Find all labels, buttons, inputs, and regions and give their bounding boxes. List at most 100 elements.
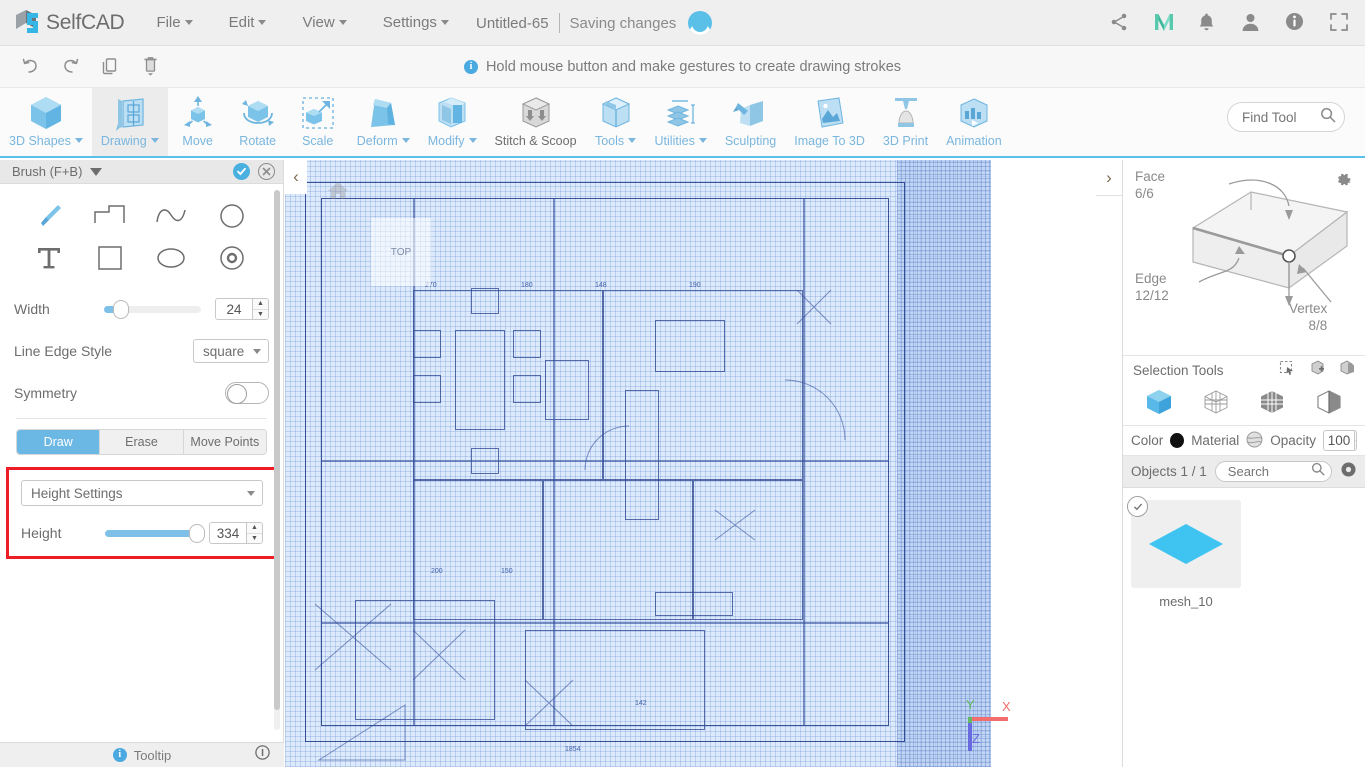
ribbon-utilities[interactable]: Utilities <box>646 88 716 156</box>
left-panel-scrollbar-thumb[interactable] <box>274 190 280 710</box>
mode-move-points[interactable]: Move Points <box>183 430 266 454</box>
left-panel-scrollbar[interactable] <box>274 190 280 730</box>
rect-select-icon[interactable] <box>1279 360 1295 381</box>
ribbon-modify[interactable]: Modify <box>419 88 486 156</box>
list-item[interactable]: mesh_10 <box>1127 496 1241 609</box>
menu-view[interactable]: View <box>300 10 348 35</box>
menu-settings-label: Settings <box>382 14 437 31</box>
fullscreen-icon[interactable] <box>1329 12 1351 34</box>
subtract-select-icon[interactable] <box>1339 359 1355 381</box>
app-logo[interactable]: SelfCAD <box>14 9 125 37</box>
width-slider[interactable] <box>104 299 201 319</box>
menu-settings[interactable]: Settings <box>381 10 451 35</box>
donut-tool[interactable] <box>202 238 263 278</box>
menu-view-label: View <box>302 14 335 31</box>
ribbon-scale-label: Scale <box>302 134 334 148</box>
height-spin-up[interactable]: ▲ <box>247 523 262 534</box>
ribbon-image-to-3d[interactable]: Image To 3D <box>785 88 874 156</box>
color-swatch[interactable] <box>1170 433 1185 448</box>
objects-settings-gear-icon[interactable] <box>1340 461 1357 483</box>
find-tool-input[interactable] <box>1242 109 1320 125</box>
ribbon-scale[interactable]: Scale <box>288 88 348 156</box>
height-spin[interactable]: ▲ ▼ <box>246 523 262 543</box>
mode-draw[interactable]: Draw <box>17 430 101 454</box>
object-thumbnail[interactable] <box>1131 500 1241 588</box>
opacity-spin-down[interactable]: ▼ <box>1355 441 1356 450</box>
vertex-mode-icon[interactable] <box>1201 387 1231 422</box>
material-sphere-icon[interactable] <box>1246 431 1263 451</box>
width-stepper[interactable]: ▲▼ <box>215 298 269 320</box>
opacity-stepper[interactable]: ▲▼ <box>1322 430 1357 451</box>
step-line-tool[interactable] <box>79 196 140 236</box>
menu-edit[interactable]: Edit <box>227 10 269 35</box>
find-tool[interactable] <box>1227 102 1345 132</box>
title-separator <box>558 13 560 33</box>
objects-search-input[interactable] <box>1227 464 1294 479</box>
circle-outline-tool[interactable] <box>202 196 263 236</box>
ribbon-drawing[interactable]: Drawing <box>91 88 168 156</box>
height-input[interactable] <box>210 523 246 543</box>
ribbon-move[interactable]: Move <box>168 88 228 156</box>
width-input[interactable] <box>216 299 252 319</box>
line-edge-style-select[interactable]: square <box>193 339 269 363</box>
tooltip-toggle-icon[interactable] <box>255 745 270 765</box>
menu-file[interactable]: File <box>154 10 194 35</box>
redo-button[interactable] <box>50 50 90 84</box>
height-stepper[interactable]: ▲▼ <box>209 522 263 544</box>
user-icon[interactable] <box>1241 12 1263 34</box>
edge-mode-icon[interactable] <box>1314 387 1344 422</box>
ellipse-tool[interactable] <box>141 238 202 278</box>
copy-button[interactable] <box>90 50 130 84</box>
delete-button[interactable] <box>130 50 170 84</box>
ribbon-rotate[interactable]: Rotate <box>228 88 288 156</box>
opacity-spin[interactable]: ▲▼ <box>1353 431 1356 450</box>
home-icon[interactable] <box>327 180 349 205</box>
curve-tool[interactable] <box>141 196 202 236</box>
document-title[interactable]: Untitled-65 <box>476 15 549 32</box>
ribbon-sculpting[interactable]: Sculpting <box>716 88 785 156</box>
brush-tool[interactable] <box>18 196 79 236</box>
text-tool[interactable] <box>18 238 79 278</box>
ribbon-tools[interactable]: Tools <box>586 88 646 156</box>
cancel-button[interactable] <box>258 163 275 180</box>
axis-gizmo[interactable]: Y X Z <box>960 697 1030 757</box>
search-icon[interactable] <box>1311 462 1325 481</box>
symmetry-toggle[interactable] <box>225 382 269 404</box>
height-settings-select[interactable]: Height Settings <box>21 480 263 506</box>
chevron-down-icon[interactable] <box>90 167 103 176</box>
collapse-right-panel-button[interactable]: › <box>1096 160 1122 196</box>
mode-erase[interactable]: Erase <box>100 430 184 454</box>
brush-shape-grid <box>14 184 269 288</box>
ribbon-stitch-scoop[interactable]: Stitch & Scoop <box>486 88 586 156</box>
object-selected-check-icon[interactable] <box>1127 496 1148 517</box>
bell-icon[interactable] <box>1197 12 1219 34</box>
height-spin-down[interactable]: ▼ <box>247 534 262 544</box>
width-spin-down[interactable]: ▼ <box>253 310 268 320</box>
chevron-down-icon <box>628 138 637 143</box>
ribbon-3d-shapes[interactable]: 3D Shapes <box>0 88 92 156</box>
face-mode-icon[interactable] <box>1257 387 1287 422</box>
collapse-left-panel-button[interactable]: ‹ <box>285 160 307 194</box>
ribbon-animation-label: Animation <box>946 134 1002 148</box>
search-icon[interactable] <box>1320 107 1336 128</box>
opacity-spin-up[interactable]: ▲ <box>1354 431 1356 441</box>
opacity-input[interactable] <box>1323 431 1354 450</box>
ribbon-3d-print[interactable]: 3D Print <box>874 88 937 156</box>
share-icon[interactable] <box>1109 12 1131 34</box>
ribbon-deform[interactable]: Deform <box>348 88 419 156</box>
add-select-icon[interactable] <box>1309 359 1325 381</box>
height-slider[interactable] <box>105 523 206 543</box>
object-mode-icon[interactable] <box>1144 387 1174 422</box>
ribbon-animation[interactable]: Animation <box>937 88 1011 156</box>
3d-viewport[interactable]: 270 180 148 190 200 150 142 1854 <box>285 160 1122 767</box>
confirm-button[interactable] <box>233 163 250 180</box>
medium-m-icon[interactable] <box>1153 12 1175 34</box>
object-name: mesh_10 <box>1159 594 1213 609</box>
blueprint-canvas[interactable]: 270 180 148 190 200 150 142 1854 <box>285 160 991 767</box>
info-icon[interactable] <box>1285 12 1307 34</box>
square-tool[interactable] <box>79 238 140 278</box>
width-spin[interactable]: ▲ ▼ <box>252 299 268 319</box>
objects-search[interactable] <box>1214 461 1332 482</box>
undo-button[interactable] <box>10 50 50 84</box>
width-spin-up[interactable]: ▲ <box>253 299 268 310</box>
